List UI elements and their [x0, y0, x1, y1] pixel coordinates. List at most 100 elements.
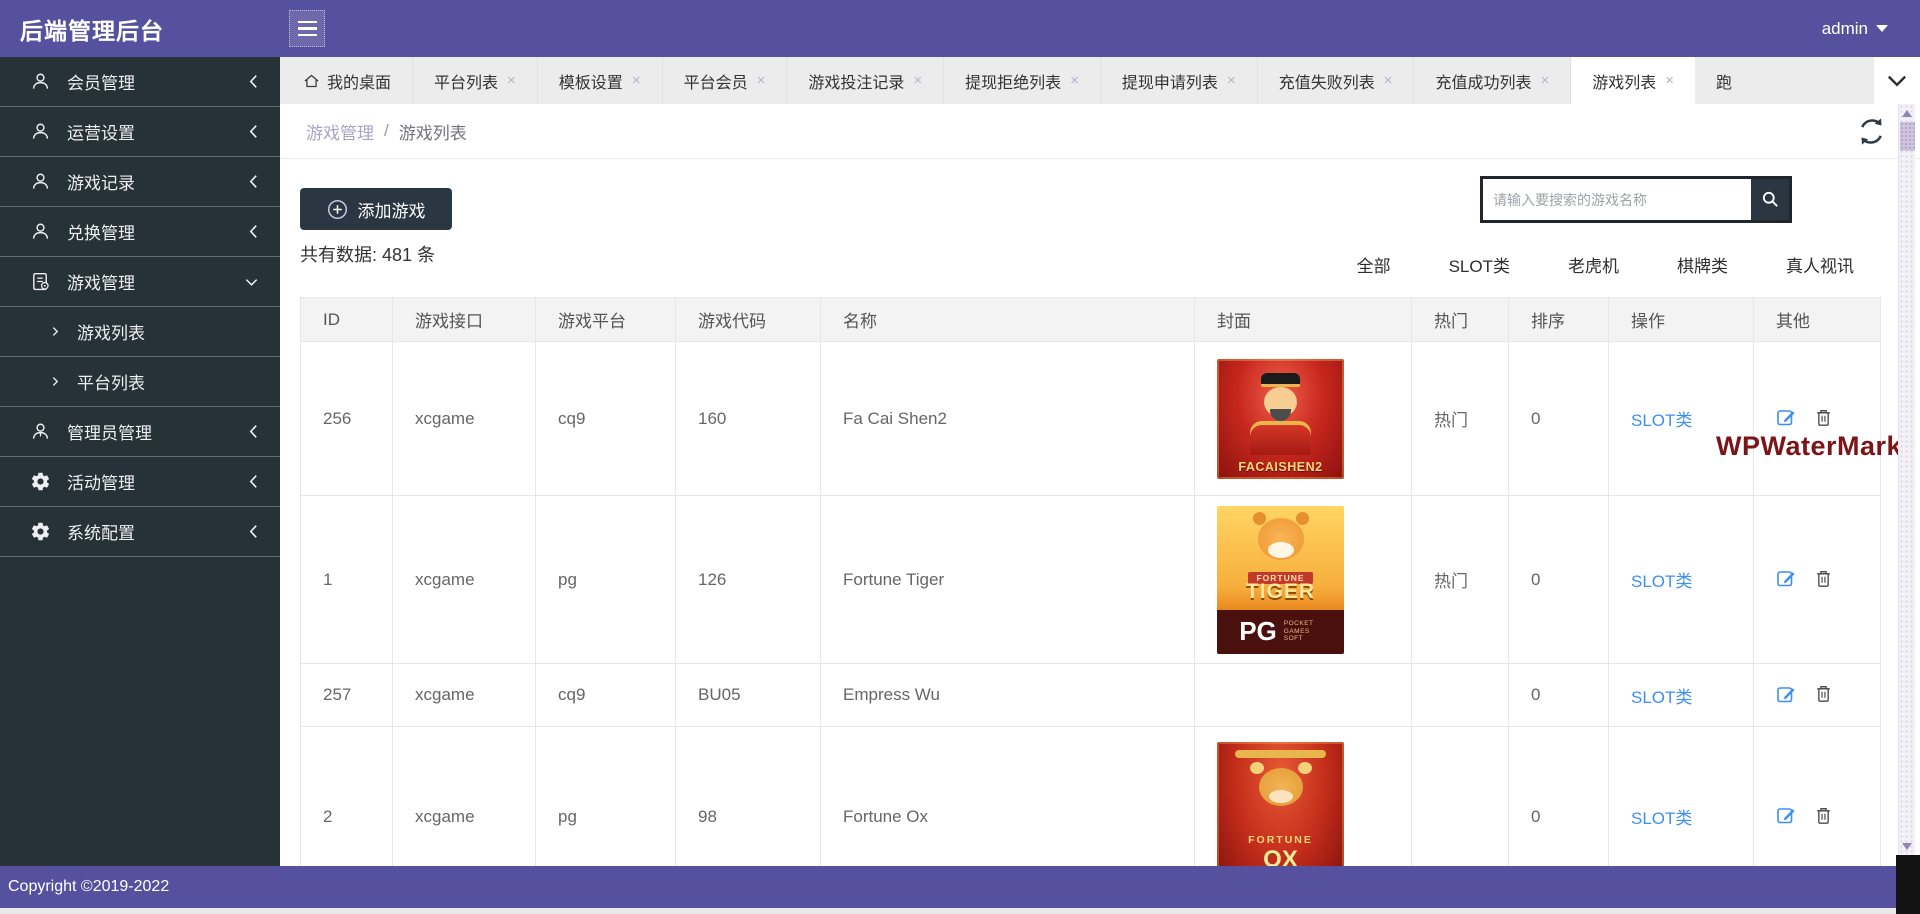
cell-api: xcgame: [393, 664, 536, 727]
close-tab-icon[interactable]: ×: [632, 72, 641, 89]
delete-button[interactable]: [1815, 806, 1832, 828]
tab-truncated[interactable]: 跑: [1695, 57, 1738, 104]
scroll-down-arrow-icon[interactable]: [1902, 843, 1912, 850]
close-tab-icon[interactable]: ×: [507, 72, 516, 89]
caret-down-icon: [1876, 25, 1888, 32]
arrow-right-icon: [52, 376, 59, 387]
chevron-left-icon: [249, 224, 258, 239]
close-tab-icon[interactable]: ×: [1541, 72, 1550, 89]
cell-id: 257: [301, 664, 393, 727]
user-icon: [30, 71, 51, 92]
tab-platform-members[interactable]: 平台会员 ×: [663, 57, 788, 104]
slot-category-link[interactable]: SLOT类: [1631, 572, 1692, 591]
tab-bet-records[interactable]: 游戏投注记录 ×: [787, 57, 944, 104]
cell-cover: FORTUNE OX: [1195, 727, 1412, 867]
filter-board-games[interactable]: 棋牌类: [1677, 252, 1728, 277]
delete-button[interactable]: [1815, 569, 1832, 591]
add-game-label: 添加游戏: [358, 197, 426, 222]
col-sort: 排序: [1509, 298, 1609, 342]
sidebar-item-label: 系统配置: [67, 519, 135, 544]
tab-list-dropdown-button[interactable]: [1874, 57, 1920, 104]
close-tab-icon[interactable]: ×: [913, 72, 922, 89]
cell-platform: pg: [536, 727, 676, 867]
user-menu[interactable]: admin: [1822, 19, 1888, 39]
main-panel: 添加游戏 共有数据: 481 条 全部 SLOT类 老虎机 棋牌类 真人视讯: [280, 159, 1920, 866]
scrollbar-thumb[interactable]: [1900, 122, 1915, 151]
sidebar-item-members[interactable]: 会员管理: [0, 57, 280, 107]
tab-platform-list[interactable]: 平台列表 ×: [413, 57, 538, 104]
delete-button[interactable]: [1815, 408, 1832, 430]
sidebar-item-admin-management[interactable]: 管理员管理: [0, 407, 280, 457]
refresh-icon[interactable]: [1855, 115, 1888, 148]
filter-slot[interactable]: SLOT类: [1449, 252, 1510, 277]
edit-button[interactable]: [1776, 684, 1797, 707]
filter-live-video[interactable]: 真人视讯: [1786, 252, 1854, 277]
scroll-up-arrow-icon[interactable]: [1902, 110, 1912, 117]
sidebar-item-activity-management[interactable]: 活动管理: [0, 457, 280, 507]
slot-category-link[interactable]: SLOT类: [1631, 688, 1692, 707]
tab-desktop[interactable]: 我的桌面: [282, 57, 413, 104]
breadcrumb-current: 游戏列表: [399, 119, 467, 144]
tab-recharge-success[interactable]: 充值成功列表 ×: [1414, 57, 1571, 104]
tab-label: 提现拒绝列表: [965, 69, 1061, 93]
vertical-scrollbar[interactable]: [1898, 104, 1915, 856]
sidebar-item-system-config[interactable]: 系统配置: [0, 507, 280, 557]
edit-icon: [1776, 568, 1797, 588]
tab-game-list[interactable]: 游戏列表 ×: [1571, 57, 1695, 104]
edit-icon: [1776, 684, 1797, 704]
cell-sort: 0: [1509, 342, 1609, 496]
close-tab-icon[interactable]: ×: [1384, 72, 1393, 89]
chevron-left-icon: [249, 424, 258, 439]
sidebar-item-operations[interactable]: 运营设置: [0, 107, 280, 157]
game-cover-image: FORTUNE OX: [1217, 742, 1344, 867]
edit-button[interactable]: [1776, 568, 1797, 591]
cell-platform: cq9: [536, 342, 676, 496]
sidebar-item-label: 活动管理: [67, 469, 135, 494]
cell-cover: [1195, 664, 1412, 727]
tab-label: 提现申请列表: [1122, 69, 1218, 93]
breadcrumb-parent[interactable]: 游戏管理: [306, 119, 374, 144]
close-tab-icon[interactable]: ×: [1665, 72, 1674, 89]
sidebar-item-exchange[interactable]: 兑换管理: [0, 207, 280, 257]
gear-icon: [30, 471, 51, 492]
slot-category-link[interactable]: SLOT类: [1631, 809, 1692, 828]
cell-code: 98: [676, 727, 821, 867]
cell-other: [1754, 727, 1881, 867]
add-game-button[interactable]: 添加游戏: [300, 188, 452, 230]
sidebar-item-game-records[interactable]: 游戏记录: [0, 157, 280, 207]
sidebar-subitem-label: 游戏列表: [77, 319, 145, 344]
search-input[interactable]: [1483, 179, 1751, 220]
search-button[interactable]: [1751, 179, 1789, 220]
filter-all[interactable]: 全部: [1357, 252, 1391, 277]
sidebar-item-game-management[interactable]: 游戏管理: [0, 257, 280, 307]
edit-button[interactable]: [1776, 407, 1797, 430]
tab-label: 模板设置: [559, 69, 623, 93]
close-tab-icon[interactable]: ×: [1070, 72, 1079, 89]
sidebar-item-platform-list[interactable]: 平台列表: [0, 357, 280, 407]
game-cover-image: FACAISHEN2: [1217, 359, 1344, 479]
trash-icon: [1815, 569, 1832, 588]
tab-withdraw-requests[interactable]: 提现申请列表 ×: [1101, 57, 1258, 104]
cell-cover: FORTUNE TIGER PG POCKET GAMES SOFT: [1195, 496, 1412, 664]
edit-button[interactable]: [1776, 805, 1797, 828]
delete-button[interactable]: [1815, 684, 1832, 706]
cell-sort: 0: [1509, 664, 1609, 727]
close-tab-icon[interactable]: ×: [1227, 72, 1236, 89]
tab-template-settings[interactable]: 模板设置 ×: [538, 57, 663, 104]
tab-label: 平台列表: [434, 69, 498, 93]
category-filters: 全部 SLOT类 老虎机 棋牌类 真人视讯: [1357, 252, 1854, 277]
slot-category-link[interactable]: SLOT类: [1631, 411, 1692, 430]
sidebar-item-game-list[interactable]: 游戏列表: [0, 307, 280, 357]
sidebar-toggle-button[interactable]: [289, 10, 325, 47]
filter-slot-machine[interactable]: 老虎机: [1568, 252, 1619, 277]
close-tab-icon[interactable]: ×: [757, 72, 766, 89]
col-other: 其他: [1754, 298, 1881, 342]
footer: Copyright ©2019-2022: [0, 866, 1920, 908]
tab-withdraw-rejected[interactable]: 提现拒绝列表 ×: [944, 57, 1101, 104]
tab-recharge-failed[interactable]: 充值失败列表 ×: [1258, 57, 1415, 104]
cell-api: xcgame: [393, 342, 536, 496]
cell-hot: [1412, 664, 1509, 727]
file-icon: [30, 271, 51, 292]
cell-hot: [1412, 727, 1509, 867]
horizontal-scrollbar-track[interactable]: [0, 908, 1920, 914]
